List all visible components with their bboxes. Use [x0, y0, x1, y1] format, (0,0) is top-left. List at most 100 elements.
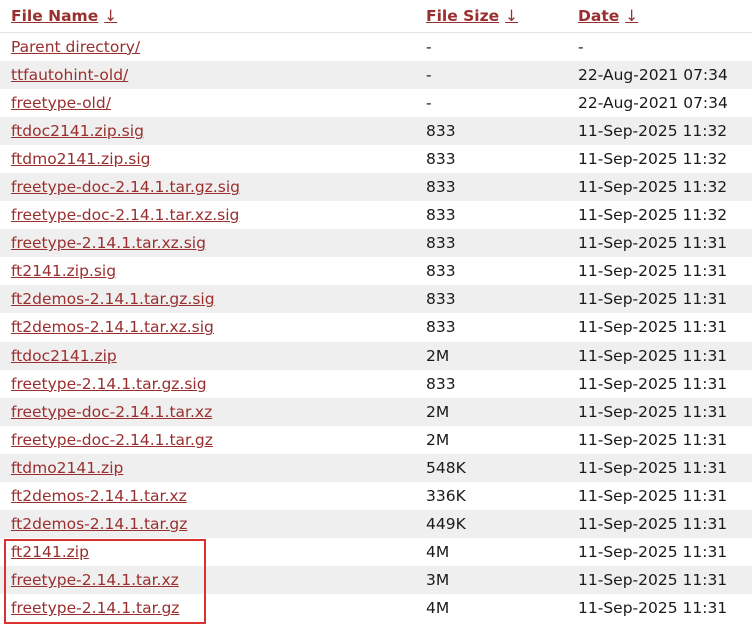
file-name-cell: ftdoc2141.zip.sig [0, 117, 415, 145]
table-body: Parent directory/ - - ttfautohint-old/ - 22-A… [0, 33, 752, 623]
file-size-cell: 833 [426, 178, 456, 197]
file-name-cell: freetype-2.14.1.tar.xz.sig [0, 229, 415, 257]
table-row: freetype-2.14.1.tar.gz.sig 833 11-Sep-2025… [0, 370, 752, 398]
parent-directory-link[interactable]: Parent directory/ [11, 38, 140, 56]
file-date-cell: 11-Sep-2025 11:31 [578, 515, 728, 534]
file-name-cell: freetype-old/ [0, 89, 415, 117]
file-link[interactable]: freetype-doc-2.14.1.tar.xz.sig [11, 206, 239, 224]
file-link[interactable]: freetype-2.14.1.tar.xz.sig [11, 234, 206, 252]
file-link[interactable]: ftdmo2141.zip.sig [11, 150, 151, 168]
file-name-cell: ftdmo2141.zip [0, 454, 415, 482]
file-date-cell: 11-Sep-2025 11:31 [578, 599, 728, 618]
file-name-cell: ftdoc2141.zip [0, 342, 415, 370]
file-link[interactable]: ft2141.zip [11, 543, 89, 561]
file-date-cell: 11-Sep-2025 11:31 [578, 487, 728, 506]
file-date-cell: 11-Sep-2025 11:31 [578, 402, 728, 421]
table-row: Parent directory/ - - [0, 33, 752, 61]
file-link[interactable]: ft2demos-2.14.1.tar.gz.sig [11, 290, 215, 308]
file-size-cell: 833 [426, 290, 456, 309]
file-size-cell: 3M [426, 571, 450, 590]
file-link[interactable]: freetype-doc-2.14.1.tar.gz [11, 431, 213, 449]
file-name-cell: ftdmo2141.zip.sig [0, 145, 415, 173]
file-name-cell: freetype-doc-2.14.1.tar.xz [0, 398, 415, 426]
file-date-cell: 11-Sep-2025 11:31 [578, 234, 728, 253]
file-link[interactable]: ft2demos-2.14.1.tar.xz [11, 487, 187, 505]
file-date-cell: 11-Sep-2025 11:32 [578, 206, 728, 225]
file-date-cell: - [578, 37, 584, 56]
table-row: freetype-doc-2.14.1.tar.gz 2M 11-Sep-2025 … [0, 426, 752, 454]
sort-by-name-link[interactable]: File Name ↓ [11, 7, 117, 25]
file-link[interactable]: freetype-old/ [11, 94, 111, 112]
file-date-cell: 11-Sep-2025 11:31 [578, 290, 728, 309]
file-link[interactable]: ft2demos-2.14.1.tar.xz.sig [11, 318, 214, 336]
file-name-cell: freetype-doc-2.14.1.tar.xz.sig [0, 201, 415, 229]
table-row: ftdmo2141.zip.sig 833 11-Sep-2025 11:32 [0, 145, 752, 173]
sort-by-size-link[interactable]: File Size ↓ [426, 7, 518, 25]
file-name-cell: ttfautohint-old/ [0, 61, 415, 89]
file-size-cell: 4M [426, 599, 450, 618]
file-name-cell: ft2demos-2.14.1.tar.xz [0, 482, 415, 510]
date-column-header: Date ↓ [567, 0, 752, 33]
file-link[interactable]: freetype-2.14.1.tar.gz.sig [11, 375, 207, 393]
file-size-cell: 833 [426, 318, 456, 337]
file-name-cell: freetype-2.14.1.tar.xz [0, 566, 415, 594]
table-row: freetype-doc-2.14.1.tar.xz 2M 11-Sep-2025 … [0, 397, 752, 426]
date-header-label: Date [578, 7, 620, 25]
file-date-cell: 11-Sep-2025 11:31 [578, 346, 728, 365]
file-size-cell: 833 [426, 234, 456, 253]
file-link[interactable]: freetype-2.14.1.tar.gz [11, 599, 179, 617]
table-row: freetype-2.14.1.tar.xz 3M 11-Sep-2025 11:3… [0, 566, 752, 595]
file-date-cell: 11-Sep-2025 11:31 [578, 318, 728, 337]
file-link[interactable]: ftdoc2141.zip [11, 347, 117, 365]
table-header: File Name ↓ File Size ↓ Date ↓ [0, 0, 752, 33]
file-name-cell: freetype-doc-2.14.1.tar.gz [0, 426, 415, 454]
file-date-cell: 11-Sep-2025 11:31 [578, 262, 728, 281]
file-link[interactable]: ttfautohint-old/ [11, 66, 128, 84]
file-listing-table: File Name ↓ File Size ↓ Date ↓ Parent direc… [0, 0, 752, 622]
file-link[interactable]: freetype-doc-2.14.1.tar.gz.sig [11, 178, 240, 196]
file-size-cell: 2M [426, 430, 450, 449]
file-date-cell: 11-Sep-2025 11:31 [578, 543, 728, 562]
table-row: ftdoc2141.zip.sig 833 11-Sep-2025 11:32 [0, 116, 752, 145]
file-name-cell: Parent directory/ [0, 33, 415, 61]
file-size-cell: 336K [426, 487, 466, 506]
file-name-cell: freetype-doc-2.14.1.tar.gz.sig [0, 173, 415, 201]
file-date-cell: 11-Sep-2025 11:32 [578, 121, 728, 140]
file-size-cell: 2M [426, 402, 450, 421]
sort-arrow-icon: ↓ [104, 7, 118, 25]
file-size-cell: 833 [426, 374, 456, 393]
file-link[interactable]: ft2141.zip.sig [11, 262, 116, 280]
sort-arrow-icon: ↓ [625, 7, 639, 25]
size-header-label: File Size [426, 7, 500, 25]
file-link[interactable]: ft2demos-2.14.1.tar.gz [11, 515, 187, 533]
file-size-cell: 548K [426, 458, 466, 477]
file-link[interactable]: freetype-doc-2.14.1.tar.xz [11, 403, 212, 421]
table-row: ttfautohint-old/ - 22-Aug-2021 07:34 [0, 60, 752, 89]
file-date-cell: 11-Sep-2025 11:32 [578, 178, 728, 197]
file-name-cell: freetype-2.14.1.tar.gz [0, 594, 415, 622]
table-row: freetype-doc-2.14.1.tar.gz.sig 833 11-Sep-… [0, 172, 752, 202]
sort-by-date-link[interactable]: Date ↓ [578, 7, 638, 25]
table-row: ftdoc2141.zip 2M 11-Sep-2025 11:31 [0, 341, 752, 370]
table-row: ft2demos-2.14.1.tar.gz 449K 11-Sep-2025 11… [0, 510, 752, 539]
sort-arrow-icon: ↓ [505, 7, 519, 25]
file-size-cell: 449K [426, 515, 466, 534]
size-column-header: File Size ↓ [415, 0, 567, 33]
file-date-cell: 22-Aug-2021 07:34 [578, 65, 728, 84]
table-row: ft2demos-2.14.1.tar.xz.sig 833 11-Sep-2025… [0, 313, 752, 341]
file-date-cell: 11-Sep-2025 11:31 [578, 571, 728, 590]
header-row: File Name ↓ File Size ↓ Date ↓ [0, 0, 752, 33]
file-link[interactable]: freetype-2.14.1.tar.xz [11, 571, 179, 589]
table-row: freetype-doc-2.14.1.tar.xz.sig 833 11-Sep-… [0, 201, 752, 229]
file-date-cell: 11-Sep-2025 11:32 [578, 149, 728, 168]
file-name-cell: freetype-2.14.1.tar.gz.sig [0, 370, 415, 398]
table-row: freetype-old/ - 22-Aug-2021 07:34 [0, 89, 752, 117]
file-date-cell: 22-Aug-2021 07:34 [578, 93, 728, 112]
file-size-cell: 833 [426, 262, 456, 281]
table-row: ft2141.zip 4M 11-Sep-2025 11:31 [0, 538, 752, 566]
file-link[interactable]: ftdoc2141.zip.sig [11, 122, 144, 140]
file-size-cell: 2M [426, 346, 450, 365]
file-size-cell: 833 [426, 121, 456, 140]
file-link[interactable]: ftdmo2141.zip [11, 459, 123, 477]
file-name-cell: ft2demos-2.14.1.tar.gz.sig [0, 285, 415, 313]
